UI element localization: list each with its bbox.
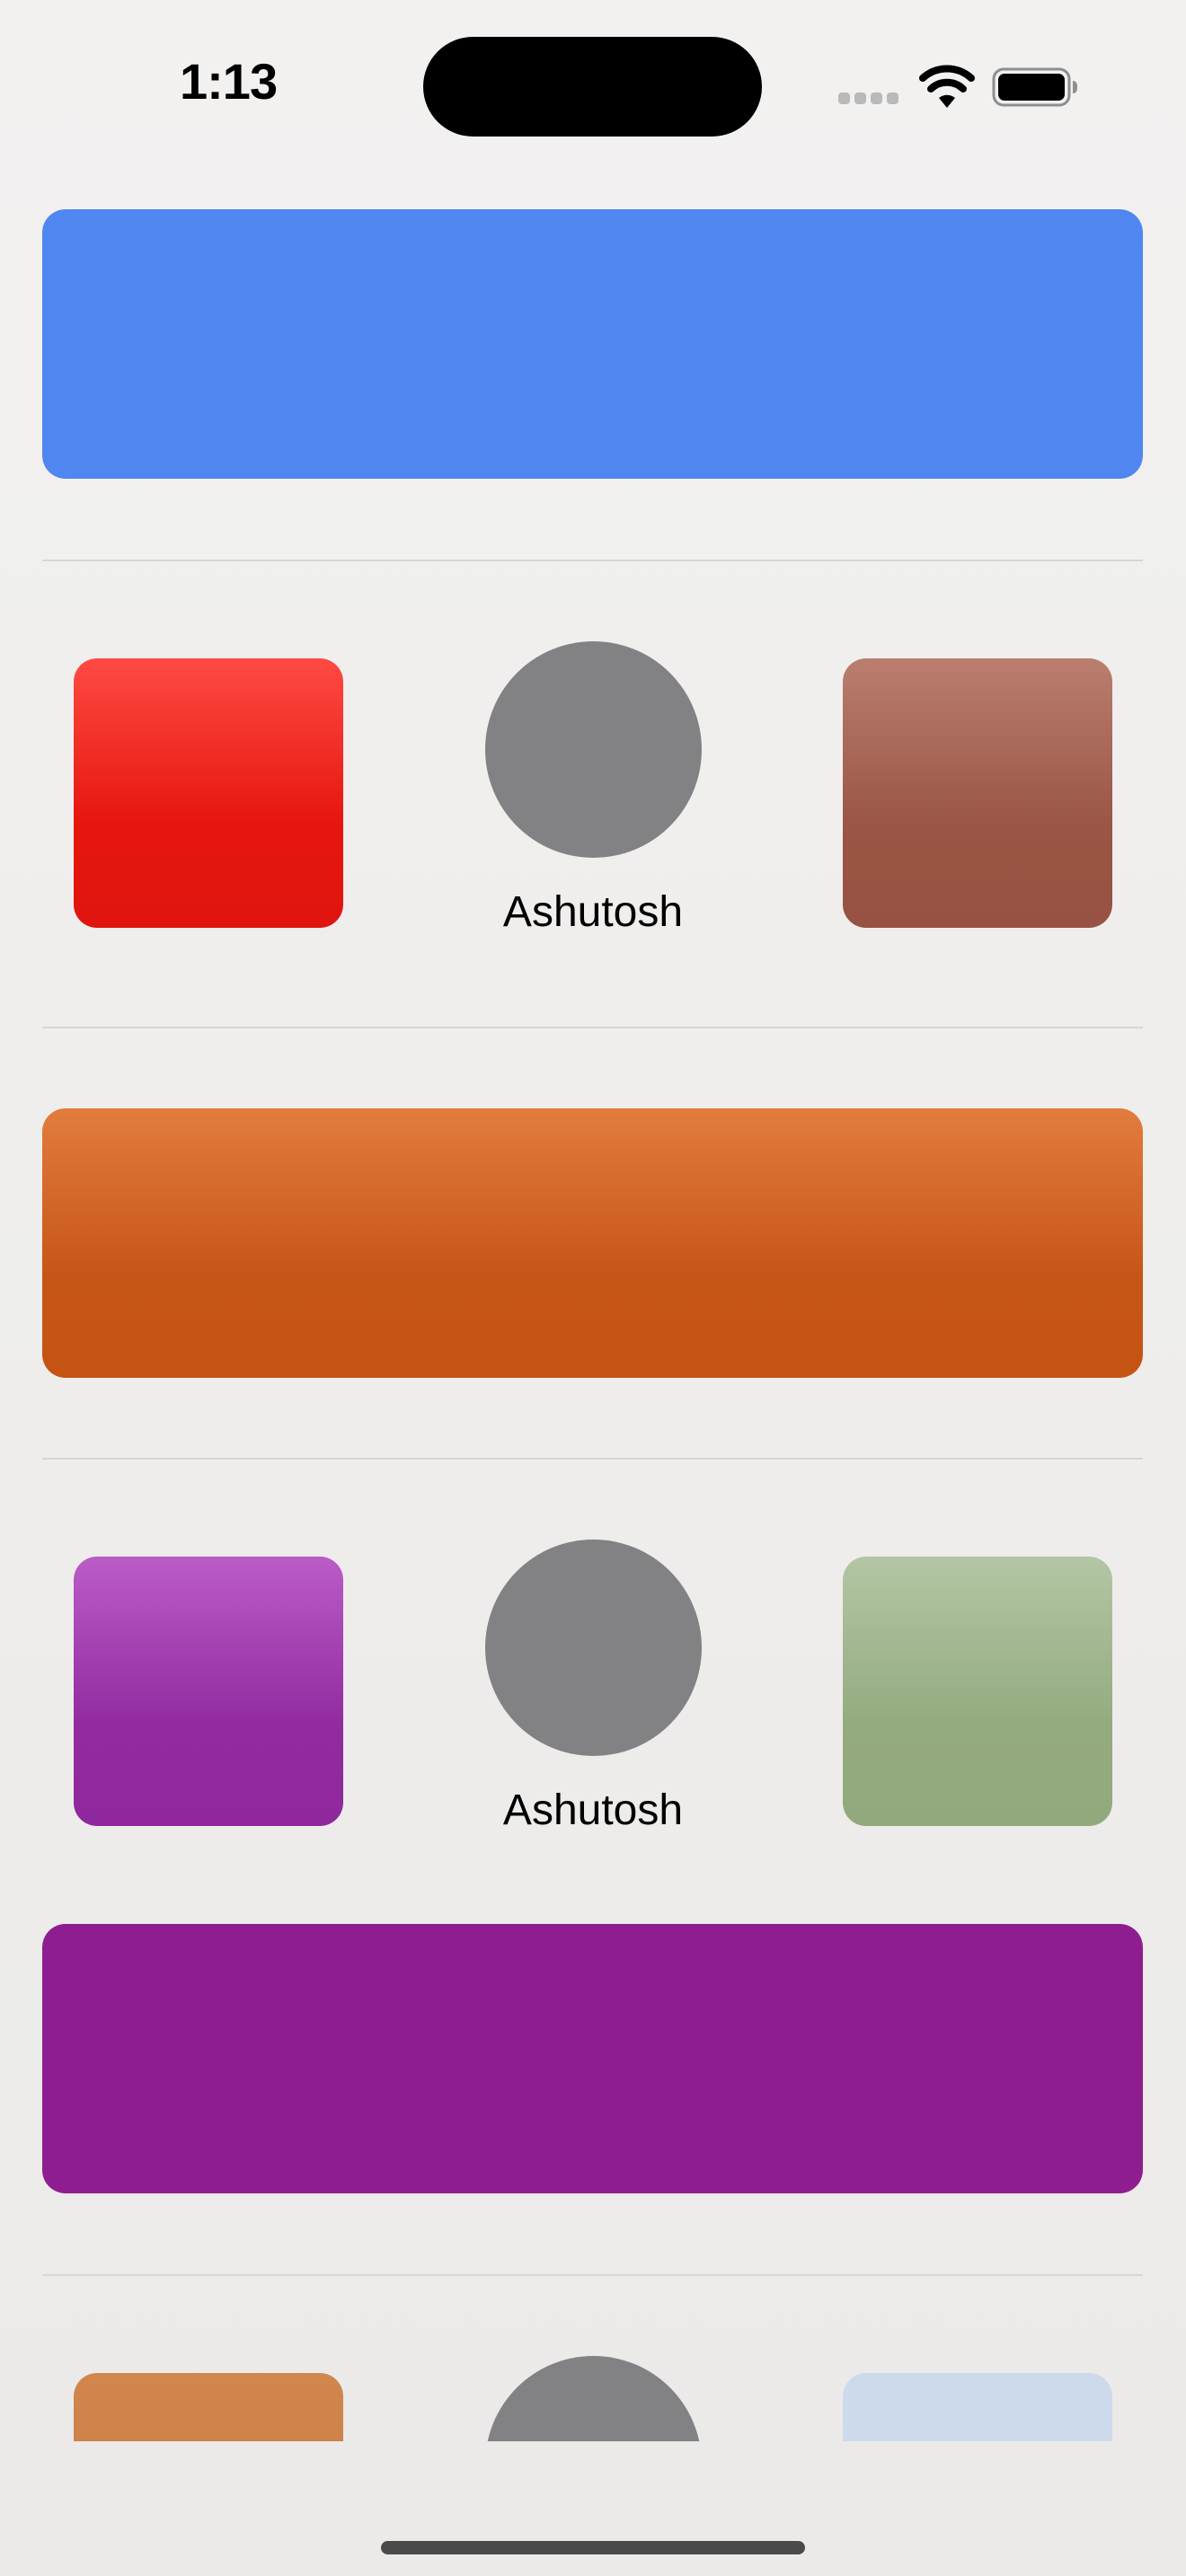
avatar-name-label: Ashutosh	[502, 888, 684, 936]
avatar[interactable]	[485, 1539, 702, 1756]
scroll-content[interactable]: Ashutosh Ashutosh	[0, 0, 1186, 2441]
divider	[42, 560, 1143, 561]
tile-card-brown[interactable]	[843, 658, 1112, 928]
banner-card-purple[interactable]	[42, 1924, 1143, 2193]
banner-card-orange[interactable]	[42, 1108, 1143, 1378]
divider	[42, 2274, 1143, 2276]
tile-card-sage[interactable]	[843, 1557, 1112, 1826]
tile-card-violet[interactable]	[74, 1557, 343, 1826]
avatar[interactable]	[485, 641, 702, 858]
avatar[interactable]	[485, 2356, 702, 2441]
divider	[42, 1458, 1143, 1460]
tile-card-red[interactable]	[74, 658, 343, 928]
divider	[42, 1027, 1143, 1028]
avatar-name-label: Ashutosh	[502, 1786, 684, 1834]
home-indicator[interactable]	[381, 2541, 805, 2554]
tile-card-amber[interactable]	[74, 2373, 343, 2441]
tile-card-pale-blue[interactable]	[843, 2373, 1112, 2441]
banner-card-blue[interactable]	[42, 209, 1143, 479]
